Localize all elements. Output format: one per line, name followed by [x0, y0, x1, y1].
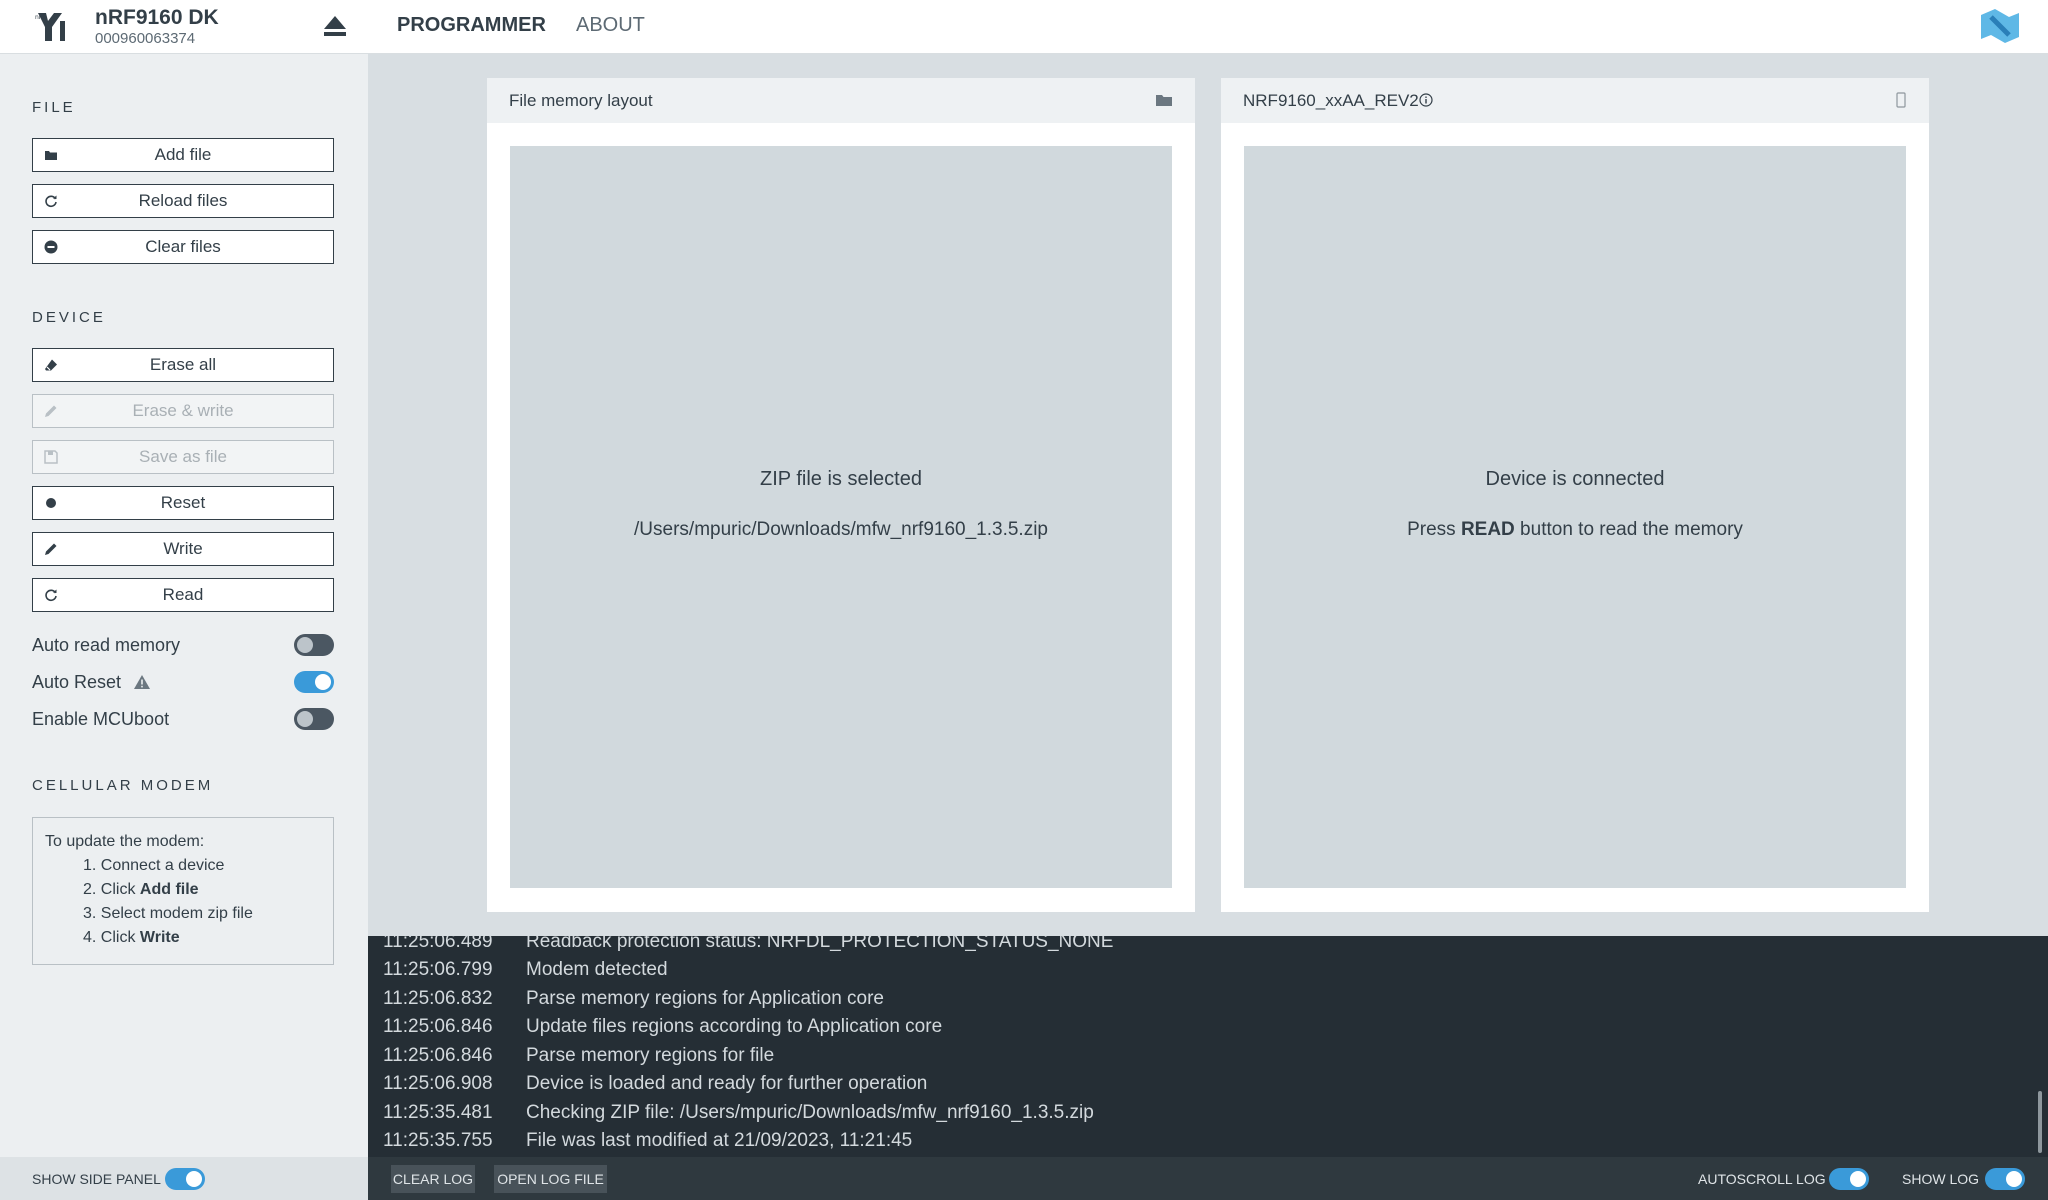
file-memory-title: File memory layout [509, 91, 653, 110]
nrf91-series-logo-icon: nRF [35, 13, 65, 41]
device-section-title: DEVICE [32, 309, 106, 326]
dot-icon [46, 498, 56, 508]
clear-log-button[interactable]: CLEAR LOG [391, 1165, 475, 1193]
open-log-file-button[interactable]: OPEN LOG FILE [494, 1165, 607, 1193]
read-button[interactable]: Read [32, 578, 334, 612]
warning-icon[interactable] [133, 674, 151, 690]
modem-intro: To update the modem: [45, 833, 205, 850]
autoscroll-log-toggle[interactable] [1829, 1168, 1869, 1190]
reload-files-button[interactable]: Reload files [32, 184, 334, 218]
device-status-message: Device is connected [1485, 468, 1665, 490]
auto-read-memory-toggle[interactable] [294, 634, 334, 656]
erase-and-write-button[interactable]: Erase & write [32, 394, 334, 428]
device-memory-title: NRF9160_xxAA_REV2 [1243, 91, 1419, 110]
enable-mcuboot-toggle[interactable] [294, 708, 334, 730]
add-file-label: Add file [154, 145, 212, 164]
reset-label: Reset [160, 493, 206, 512]
auto-read-memory-label: Auto read memory [32, 635, 181, 655]
read-label: Read [162, 585, 204, 604]
pencil-icon [45, 543, 57, 555]
log-entry: 11:25:35.481 Checking ZIP file: /Users/mp… [383, 1102, 1094, 1123]
reload-icon [45, 195, 57, 208]
toggle-knob [315, 674, 331, 690]
side-panel: FILE Add file Reload files Clear files D… [0, 54, 368, 1157]
file-memory-area[interactable]: ZIP file is selected /Users/mpuric/Downl… [510, 146, 1172, 888]
auto-reset-toggle[interactable] [294, 671, 334, 693]
save-as-file-label: Save as file [139, 447, 227, 466]
file-memory-card-header: File memory layout [487, 78, 1195, 123]
log-panel[interactable]: 11:25:06.489 Readback protection status: … [368, 936, 2048, 1157]
add-file-button[interactable]: Add file [32, 138, 334, 172]
device-hint: Press READ button to read the memory [1407, 519, 1743, 540]
clear-files-button[interactable]: Clear files [32, 230, 334, 264]
modem-step: 3. Select modem zip file [83, 905, 253, 922]
modem-step: 4. Click Write [83, 929, 180, 946]
svg-text:nRF: nRF [35, 14, 47, 21]
log-scrollbar[interactable] [2038, 1091, 2042, 1153]
erase-all-button[interactable]: Erase all [32, 348, 334, 382]
chip-icon[interactable] [1895, 92, 1907, 108]
device-memory-card-header: NRF9160_xxAA_REV2 [1221, 78, 1929, 123]
write-label: Write [163, 539, 203, 558]
eraser-icon [45, 359, 57, 371]
log-entry: 11:25:06.489 Readback protection status: … [383, 936, 1114, 952]
log-entry: 11:25:06.846 Parse memory regions for fil… [383, 1045, 775, 1066]
log-entry: 11:25:06.832 Parse memory regions for App… [383, 988, 884, 1009]
cellular-modem-section-title: CELLULAR MODEM [32, 777, 214, 794]
save-icon [44, 450, 58, 464]
device-name[interactable]: nRF9160 DK [95, 6, 219, 30]
top-bar: nRF nRF9160 DK 000960063374 PROGRAMMER A… [0, 0, 2048, 54]
auto-reset-label: Auto Reset [32, 672, 122, 692]
toggle-knob [1850, 1171, 1866, 1187]
reset-button[interactable]: Reset [32, 486, 334, 520]
toggle-knob [2006, 1171, 2022, 1187]
tab-about[interactable]: ABOUT [576, 14, 645, 37]
pencil-icon [45, 405, 57, 417]
erase-and-write-label: Erase & write [132, 401, 234, 420]
erase-all-label: Erase all [149, 355, 217, 374]
modem-step: 2. Click Add file [83, 881, 199, 898]
toggle-knob [297, 637, 313, 653]
device-memory-card: NRF9160_xxAA_REV2 Device is connected Pr… [1221, 78, 1929, 912]
tab-programmer[interactable]: PROGRAMMER [397, 14, 546, 37]
modem-step: 1. Connect a device [83, 857, 225, 874]
file-path: /Users/mpuric/Downloads/mfw_nrf9160_1.3.… [634, 519, 1048, 540]
nordic-logo-icon [1981, 9, 2019, 43]
minus-circle-icon [44, 240, 58, 254]
log-entry: 11:25:06.908 Device is loaded and ready f… [383, 1073, 928, 1094]
show-log-toggle[interactable] [1985, 1168, 2025, 1190]
eject-icon[interactable] [322, 14, 348, 38]
auto-reset-row: Auto Reset [32, 669, 334, 695]
log-entry: 11:25:35.755 File was last modified at 21… [383, 1130, 913, 1151]
show-log-label: SHOW LOG [1902, 1171, 1980, 1187]
file-memory-card: File memory layout ZIP file is selected … [487, 78, 1195, 912]
folder-icon[interactable] [1155, 92, 1173, 108]
log-entry: 11:25:06.799 Modem detected [383, 959, 668, 980]
log-footer: CLEAR LOG OPEN LOG FILE AUTOSCROLL LOG S… [368, 1157, 2048, 1200]
file-status-message: ZIP file is selected [760, 468, 922, 490]
show-side-panel-toggle[interactable] [165, 1168, 205, 1190]
info-icon[interactable] [1419, 93, 1433, 107]
enable-mcuboot-label: Enable MCUboot [32, 709, 170, 729]
toggle-knob [297, 711, 313, 727]
reload-files-label: Reload files [138, 191, 228, 210]
log-entry: 11:25:06.846 Update files regions accordi… [383, 1016, 943, 1037]
modem-steps: 1. Connect a device 2. Click Add file 3.… [45, 854, 321, 950]
reload-icon [45, 589, 57, 602]
auto-read-memory-row: Auto read memory [32, 632, 334, 658]
device-memory-area[interactable]: Device is connected Press READ button to… [1244, 146, 1906, 888]
clear-files-label: Clear files [145, 237, 221, 256]
modem-instructions: To update the modem: 1. Connect a device… [32, 817, 334, 965]
autoscroll-log-label: AUTOSCROLL LOG [1698, 1171, 1826, 1187]
show-side-panel-label: SHOW SIDE PANEL [32, 1171, 161, 1187]
save-as-file-button[interactable]: Save as file [32, 440, 334, 474]
folder-icon [45, 151, 57, 160]
file-section-title: FILE [32, 99, 76, 116]
main-area: File memory layout ZIP file is selected … [368, 54, 2048, 936]
device-serial: 000960063374 [95, 30, 196, 47]
toggle-knob [186, 1171, 202, 1187]
enable-mcuboot-row: Enable MCUboot [32, 706, 334, 732]
side-panel-footer: SHOW SIDE PANEL [0, 1157, 368, 1200]
write-button[interactable]: Write [32, 532, 334, 566]
